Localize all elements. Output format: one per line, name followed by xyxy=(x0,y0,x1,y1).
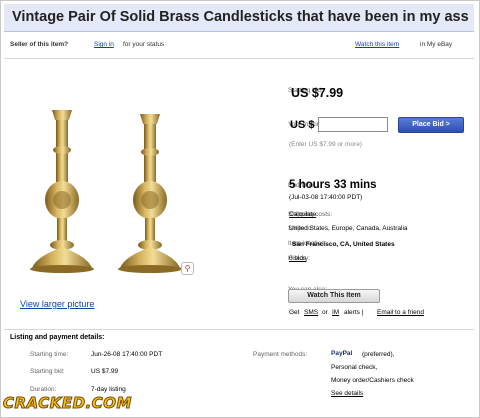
email-friend-link[interactable]: Email to a friend xyxy=(377,309,424,316)
sign-in-link[interactable]: Sign in xyxy=(94,41,114,48)
view-larger-picture-link[interactable]: View larger picture xyxy=(20,299,94,309)
place-bid-button[interactable]: Place Bid > xyxy=(398,117,464,133)
max-bid-currency: US $ xyxy=(290,119,315,131)
end-time-detail: (Jul-03-08 17:40:00 PDT) xyxy=(289,194,363,201)
max-bid-input[interactable] xyxy=(318,117,388,132)
ships-to-value: United States, Europe, Canada, Australia xyxy=(289,225,408,232)
magnifier-icon[interactable]: ⚲ xyxy=(181,262,194,275)
end-time-value: 5 hours 33 mins xyxy=(289,179,377,191)
duration-value: 7-day listing xyxy=(91,386,126,393)
start-time-label: Starting time: xyxy=(30,351,69,358)
or-text: or xyxy=(322,309,328,316)
start-time-value: Jun-26-08 17:40:00 PDT xyxy=(91,351,163,358)
paypal-text: PayPal xyxy=(331,350,353,357)
cracked-watermark: CRACKED.COM xyxy=(3,394,132,413)
im-link[interactable]: IM xyxy=(332,309,339,316)
start-bid-value: US $7.99 xyxy=(91,368,119,375)
item-photo[interactable] xyxy=(22,92,200,282)
starting-bid-amount: US $7.99 xyxy=(291,86,344,100)
title-bar: Vintage Pair Of Solid Brass Candlesticks… xyxy=(4,4,474,32)
watch-item-link[interactable]: Watch this item xyxy=(355,41,399,48)
get-text: Get xyxy=(289,309,300,316)
listing-title: Vintage Pair Of Solid Brass Candlesticks… xyxy=(12,9,469,25)
paypal-note: (preferred), xyxy=(362,351,395,358)
duration-label: Duration: xyxy=(30,386,57,393)
seller-prompt: Seller of this item? xyxy=(10,41,69,48)
payment-methods-label: Payment methods: xyxy=(253,351,308,358)
seller-bar: Seller of this item? Sign in for your st… xyxy=(4,33,474,55)
payment-money-order: Money order/Cashiers check xyxy=(331,377,414,384)
bid-hint: (Enter US $7.99 or more) xyxy=(289,141,362,148)
seller-status-text: for your status xyxy=(123,41,165,48)
details-heading: Listing and payment details: xyxy=(10,334,105,341)
payment-personal-check: Personal check, xyxy=(331,364,378,371)
bids-history-link[interactable]: 0 bids xyxy=(289,255,306,262)
shipping-calculate-link[interactable]: Calculate xyxy=(289,211,316,218)
see-details-link[interactable]: See details xyxy=(331,390,363,397)
start-bid-label: Starting bid: xyxy=(30,368,65,375)
item-location-value: San Francisco, CA, United States xyxy=(292,241,395,248)
alerts-text: alerts | xyxy=(344,309,364,316)
sms-link[interactable]: SMS xyxy=(304,309,318,316)
candlesticks-image xyxy=(30,110,182,273)
watch-this-item-button[interactable]: Watch This Item xyxy=(288,289,380,303)
my-ebay-text: in My eBay xyxy=(420,41,453,48)
